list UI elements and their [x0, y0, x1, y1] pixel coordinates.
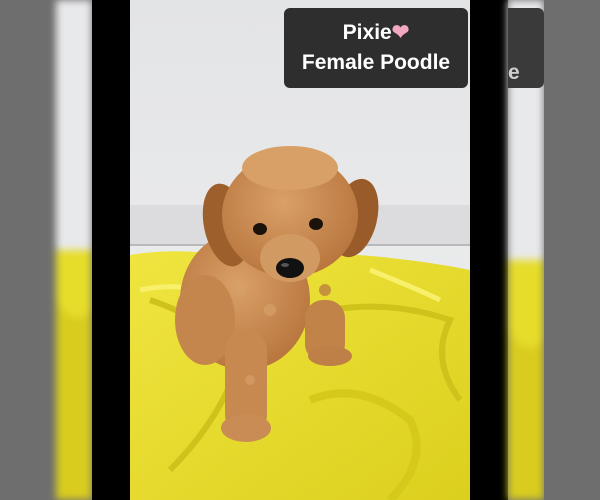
right-gray-margin	[544, 0, 600, 500]
puppy-name: Pixie	[342, 21, 392, 44]
left-gray-margin	[0, 0, 56, 500]
left-black-bar	[92, 0, 130, 500]
caption-name-line: Pixie❤	[284, 18, 468, 48]
blurred-caption-echo-text: e	[508, 61, 520, 84]
caption-breed-line: Female Poodle	[301, 51, 451, 74]
blurred-caption-echo: e	[508, 8, 544, 88]
left-blurred-background	[56, 0, 92, 500]
photo-frame: e Pixie❤ Female Poodle	[0, 0, 600, 500]
pink-heart-icon: ❤	[391, 21, 410, 44]
caption-box: Pixie❤ Female Poodle	[284, 8, 468, 88]
right-black-bar	[470, 0, 508, 500]
